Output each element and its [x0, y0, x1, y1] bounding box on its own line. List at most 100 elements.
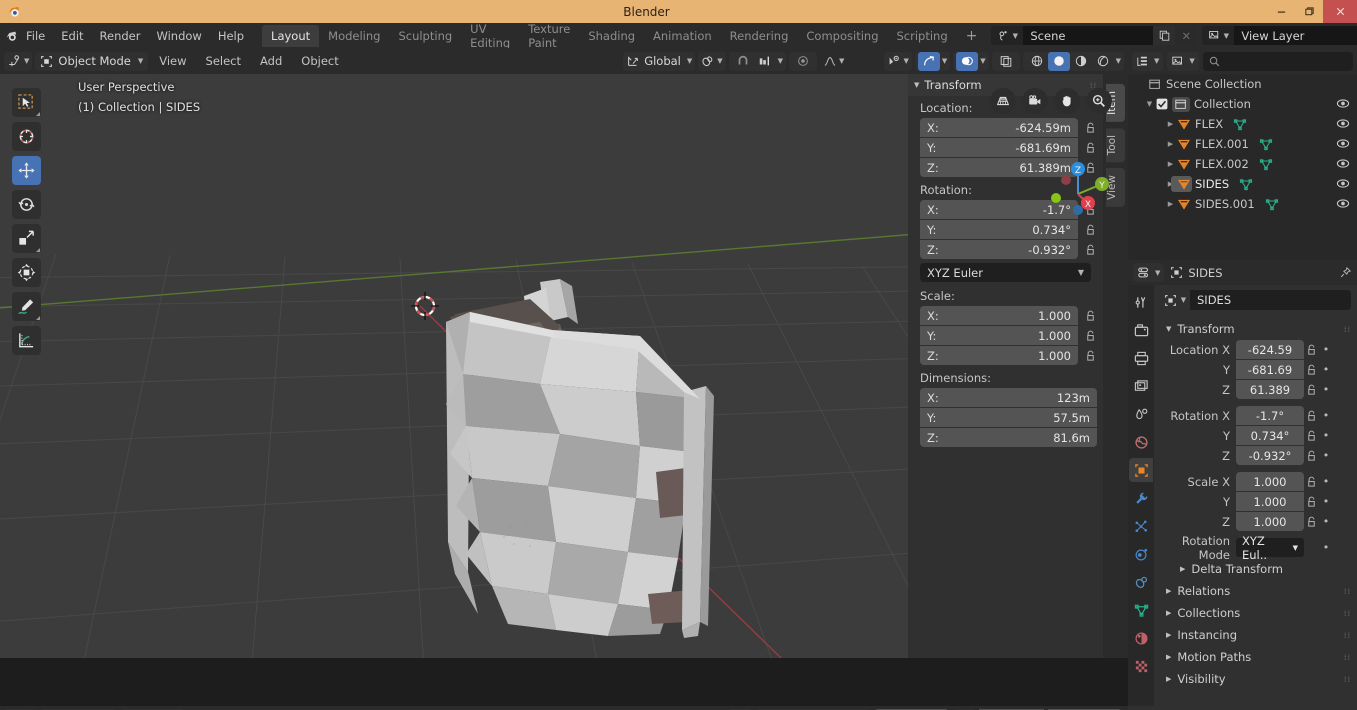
eye-icon[interactable]	[1336, 117, 1350, 130]
object-disclosure-icon[interactable]: ▶	[1164, 120, 1177, 128]
animate-dot-icon[interactable]: •	[1318, 541, 1334, 554]
properties-editor-type-selector[interactable]: ▼	[1133, 263, 1164, 282]
animate-dot-icon[interactable]: •	[1318, 475, 1334, 488]
lock-icon[interactable]	[1304, 476, 1318, 488]
outliner-object-row[interactable]: ▶ FLEX	[1128, 114, 1357, 134]
gizmo-group[interactable]: ▼	[915, 52, 950, 71]
move-tool[interactable]	[12, 156, 41, 185]
outliner-editor-type-selector[interactable]: ▼	[1132, 52, 1163, 71]
prop-scale-z-row[interactable]: Z 1.000 •	[1154, 512, 1357, 531]
rotation-mode-dropdown[interactable]: XYZ Eul.. ▼	[1236, 538, 1304, 557]
viewport-menu-view[interactable]: View	[151, 52, 194, 70]
outliner-display-mode-selector[interactable]: ▼	[1167, 52, 1198, 71]
object-data-icon[interactable]	[1129, 598, 1153, 622]
tab-layout[interactable]: Layout	[262, 25, 319, 47]
tweak-select-tool[interactable]	[12, 88, 41, 117]
tab-compositing[interactable]: Compositing	[797, 25, 887, 47]
dimensions-z-row[interactable]: Z: 81.6m	[908, 428, 1103, 447]
tool-icon[interactable]	[1129, 290, 1153, 314]
pivot-point-selector[interactable]: ▼	[698, 52, 725, 71]
section-motion-paths[interactable]: ▶ Motion Paths ⁞⁞	[1154, 646, 1357, 668]
lock-icon[interactable]	[1083, 310, 1097, 322]
object-disclosure-icon[interactable]: ▶	[1164, 160, 1177, 168]
prop-scale-x-row[interactable]: Scale X 1.000 •	[1154, 472, 1357, 491]
rendered-shading-icon[interactable]	[1092, 52, 1114, 71]
show-overlays-icon[interactable]	[956, 52, 978, 71]
camera-view-icon[interactable]	[1022, 88, 1048, 114]
lock-icon[interactable]	[1083, 142, 1097, 154]
snap-target-icon[interactable]	[754, 52, 776, 71]
expand-triangle-icon[interactable]: ▶	[1166, 631, 1171, 639]
render-icon[interactable]	[1129, 318, 1153, 342]
proportional-editing-group[interactable]	[789, 52, 817, 71]
scale-y-field[interactable]: Y: 1.000	[920, 326, 1078, 345]
prop-location-z-row[interactable]: Z 61.389 •	[1154, 380, 1357, 399]
animate-dot-icon[interactable]: •	[1318, 383, 1334, 396]
lock-icon[interactable]	[1083, 122, 1097, 134]
collapse-triangle-icon[interactable]: ▼	[1166, 325, 1171, 333]
scene-selector[interactable]: ▼ Scene ✕	[991, 26, 1197, 45]
prop-rotation-y-row[interactable]: Y 0.734° •	[1154, 426, 1357, 445]
outliner-object-row[interactable]: ▶ FLEX.001	[1128, 134, 1357, 154]
eye-icon[interactable]	[1336, 197, 1350, 210]
viewport-menu-object[interactable]: Object	[293, 52, 346, 70]
object-type-icon[interactable]: ▼	[1160, 290, 1190, 310]
eye-icon[interactable]	[1336, 97, 1350, 110]
minimize-button[interactable]	[1267, 0, 1295, 23]
outliner-object-row-selected[interactable]: ▶ SIDES	[1128, 174, 1357, 194]
constraints-icon[interactable]	[1129, 570, 1153, 594]
tab-animation[interactable]: Animation	[644, 25, 721, 47]
mesh-data-icon[interactable]	[1259, 138, 1273, 151]
lock-icon[interactable]	[1083, 350, 1097, 362]
viewport-menu-add[interactable]: Add	[252, 52, 290, 70]
snap-magnet-icon[interactable]	[732, 52, 754, 71]
lock-icon[interactable]	[1304, 430, 1318, 442]
object-icon[interactable]	[1129, 458, 1153, 482]
prop-value[interactable]: -624.59	[1236, 340, 1304, 359]
prop-rotation-z-row[interactable]: Z -0.932° •	[1154, 446, 1357, 465]
new-scene-button[interactable]	[1153, 26, 1175, 45]
transform-orientation-selector[interactable]: Global ▼	[623, 52, 695, 71]
wireframe-shading-icon[interactable]	[1026, 52, 1048, 71]
outliner-search-input[interactable]	[1203, 52, 1353, 71]
axis-navigation-gizmo[interactable]: Z Y X	[1046, 158, 1110, 222]
lock-icon[interactable]	[1304, 344, 1318, 356]
show-gizmo-icon[interactable]	[918, 52, 940, 71]
lock-icon[interactable]	[1304, 450, 1318, 462]
outliner-collection-row[interactable]: ▼ Collection	[1128, 94, 1357, 114]
lock-icon[interactable]	[1304, 516, 1318, 528]
prop-location-y-row[interactable]: Y -681.69 •	[1154, 360, 1357, 379]
rotation-mode-dropdown[interactable]: XYZ Euler ▼	[920, 263, 1091, 282]
mesh-data-icon[interactable]	[1239, 178, 1253, 191]
prop-value[interactable]: -681.69	[1236, 360, 1304, 379]
toggle-xray-icon[interactable]	[995, 52, 1017, 71]
shading-modes[interactable]: ▼	[1023, 52, 1124, 71]
expand-triangle-icon[interactable]: ▶	[1180, 565, 1185, 573]
object-name-field[interactable]: ▼ SIDES	[1160, 290, 1351, 310]
menu-window[interactable]: Window	[148, 26, 209, 46]
maximize-button[interactable]	[1295, 0, 1323, 23]
scale-x-field[interactable]: X: 1.000	[920, 306, 1078, 325]
menu-help[interactable]: Help	[210, 26, 252, 46]
animate-dot-icon[interactable]: •	[1318, 409, 1334, 422]
menu-edit[interactable]: Edit	[53, 26, 91, 46]
outliner-scene-collection-row[interactable]: Scene Collection	[1128, 74, 1357, 94]
view-layer-selector[interactable]: ▼ View Layer ✕	[1202, 26, 1357, 45]
lock-icon[interactable]	[1304, 364, 1318, 376]
location-x-row[interactable]: X: -624.59m	[908, 118, 1103, 137]
xray-toggle[interactable]	[992, 52, 1020, 71]
annotate-tool[interactable]	[12, 292, 41, 321]
lock-icon[interactable]	[1083, 330, 1097, 342]
dimensions-x-field[interactable]: X: 123m	[920, 388, 1097, 407]
prop-rotation-x-row[interactable]: Rotation X -1.7° •	[1154, 406, 1357, 425]
menu-file[interactable]: File	[18, 26, 53, 46]
prop-value[interactable]: -1.7°	[1236, 406, 1304, 425]
blender-menu-icon[interactable]	[4, 26, 18, 46]
animate-dot-icon[interactable]: •	[1318, 363, 1334, 376]
lock-icon[interactable]	[1304, 410, 1318, 422]
material-icon[interactable]	[1129, 626, 1153, 650]
snapping-group[interactable]: ▼	[729, 52, 786, 71]
outliner-object-row[interactable]: ▶ SIDES.001	[1128, 194, 1357, 214]
toggle-perspective-icon[interactable]	[990, 88, 1016, 114]
expand-triangle-icon[interactable]: ▶	[1166, 675, 1171, 683]
